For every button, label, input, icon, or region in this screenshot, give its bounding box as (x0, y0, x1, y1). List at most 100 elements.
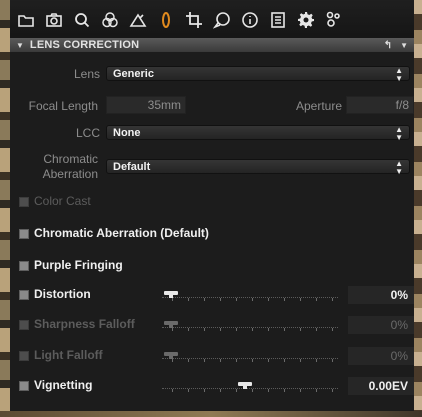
tool-tabs-toolbar (10, 0, 414, 40)
lcc-label: LCC (75, 126, 100, 140)
slider-thumb[interactable] (164, 321, 178, 328)
slider-tick (188, 298, 189, 301)
library-icon[interactable] (16, 9, 36, 31)
output-icon[interactable] (324, 9, 344, 31)
slider-tick (204, 328, 205, 331)
slider-tick (268, 298, 269, 301)
slider-tick (284, 389, 285, 392)
purple-fringing-checkbox[interactable] (19, 261, 29, 271)
slider-tick (252, 328, 253, 331)
slider-thumb[interactable] (164, 352, 178, 359)
slider-tick (188, 359, 189, 362)
slider-tick (332, 359, 333, 362)
aperture-field[interactable]: f/8 (346, 96, 414, 114)
settings-gear-icon[interactable] (296, 9, 316, 31)
chromatic-default-checkbox[interactable] (19, 229, 29, 239)
slider-tick (236, 328, 237, 331)
slider-tick (236, 298, 237, 301)
slider-tick (332, 328, 333, 331)
lens-label: Lens (73, 67, 100, 81)
light-falloff-slider[interactable] (162, 349, 338, 367)
lcc-select-value: None (113, 127, 141, 139)
slider-tick (316, 328, 317, 331)
exposure-triangle-icon[interactable] (128, 9, 148, 31)
select-arrows-icon: ▲ ▼ (395, 158, 403, 176)
color-cast-checkbox[interactable] (19, 197, 29, 207)
chromatic-label: Chromatic Aberration (10, 152, 98, 182)
slider-tick (204, 359, 205, 362)
light-falloff-checkbox[interactable] (19, 351, 29, 361)
focal-length-field[interactable]: 35mm (106, 96, 186, 114)
slider-tick (172, 389, 173, 392)
slider-thumb[interactable] (238, 382, 252, 389)
slider-tick (252, 359, 253, 362)
vignetting-checkbox[interactable] (19, 381, 29, 391)
lens-select-value: Generic (113, 68, 154, 80)
slider-tick (284, 328, 285, 331)
color-circles-icon[interactable] (100, 9, 120, 31)
lens-select[interactable]: Generic ▲ ▼ (106, 65, 410, 83)
color-cast-label: Color Cast (34, 194, 91, 208)
lens-correction-header[interactable]: ▼ LENS CORRECTION ↰ ▼ (10, 38, 414, 52)
tool-panel: ▼ LENS CORRECTION ↰ ▼ Lens Generic ▲ ▼ Fo… (10, 0, 414, 417)
chromatic-default-label: Chromatic Aberration (Default) (34, 226, 209, 240)
slider-thumb[interactable] (164, 291, 178, 298)
crop-icon[interactable] (184, 9, 204, 31)
slider-tick (252, 389, 253, 392)
slider-tick (220, 298, 221, 301)
select-arrows-icon: ▲ ▼ (395, 65, 403, 83)
lens-icon[interactable] (156, 9, 176, 31)
chromatic-label-line1: Chromatic (43, 152, 98, 166)
vignetting-slider[interactable] (162, 379, 338, 397)
slider-tick (300, 389, 301, 392)
collapse-caret-icon[interactable]: ▼ (16, 41, 24, 50)
speech-bubble-icon[interactable] (212, 9, 232, 31)
slider-tick (236, 389, 237, 392)
distortion-checkbox[interactable] (19, 290, 29, 300)
slider-tick (220, 328, 221, 331)
slider-tick (204, 298, 205, 301)
select-arrows-icon: ▲ ▼ (395, 124, 403, 142)
slider-tick (204, 389, 205, 392)
purple-fringing-label: Purple Fringing (34, 258, 123, 272)
slider-tick (252, 298, 253, 301)
sharpness-falloff-checkbox[interactable] (19, 320, 29, 330)
sharpness-falloff-value[interactable]: 0% (348, 316, 414, 334)
slider-tick (300, 298, 301, 301)
vignetting-value[interactable]: 0.00EV (348, 377, 414, 395)
metadata-icon[interactable] (268, 9, 288, 31)
slider-tick (172, 298, 173, 301)
light-falloff-label: Light Falloff (34, 348, 103, 362)
distortion-slider[interactable] (162, 288, 338, 306)
slider-tick (316, 359, 317, 362)
slider-tick (332, 298, 333, 301)
reset-icon[interactable]: ↰ (384, 40, 392, 51)
section-menu-icon[interactable]: ▼ (400, 41, 408, 50)
slider-tick (300, 328, 301, 331)
slider-tick (316, 298, 317, 301)
slider-tick (268, 389, 269, 392)
chromatic-label-line2: Aberration (42, 167, 98, 181)
camera-icon[interactable] (44, 9, 64, 31)
aperture-label: Aperture (295, 99, 342, 113)
chromatic-select-value: Default (113, 161, 151, 173)
slider-tick (332, 389, 333, 392)
distortion-value[interactable]: 0% (348, 286, 414, 304)
background-photo-right (414, 0, 422, 417)
sharpness-falloff-slider[interactable] (162, 318, 338, 336)
search-icon[interactable] (72, 9, 92, 31)
slider-tick (220, 359, 221, 362)
light-falloff-value[interactable]: 0% (348, 347, 414, 365)
background-photo-left (0, 0, 10, 417)
slider-tick (284, 298, 285, 301)
slider-tick (172, 328, 173, 331)
info-icon[interactable] (240, 9, 260, 31)
lcc-select[interactable]: None ▲ ▼ (106, 124, 410, 142)
slider-tick (268, 359, 269, 362)
slider-tick (220, 389, 221, 392)
slider-tick (188, 328, 189, 331)
slider-tick (268, 328, 269, 331)
background-photo-bottom (0, 411, 422, 417)
chromatic-select[interactable]: Default ▲ ▼ (106, 158, 410, 176)
slider-tick (284, 359, 285, 362)
